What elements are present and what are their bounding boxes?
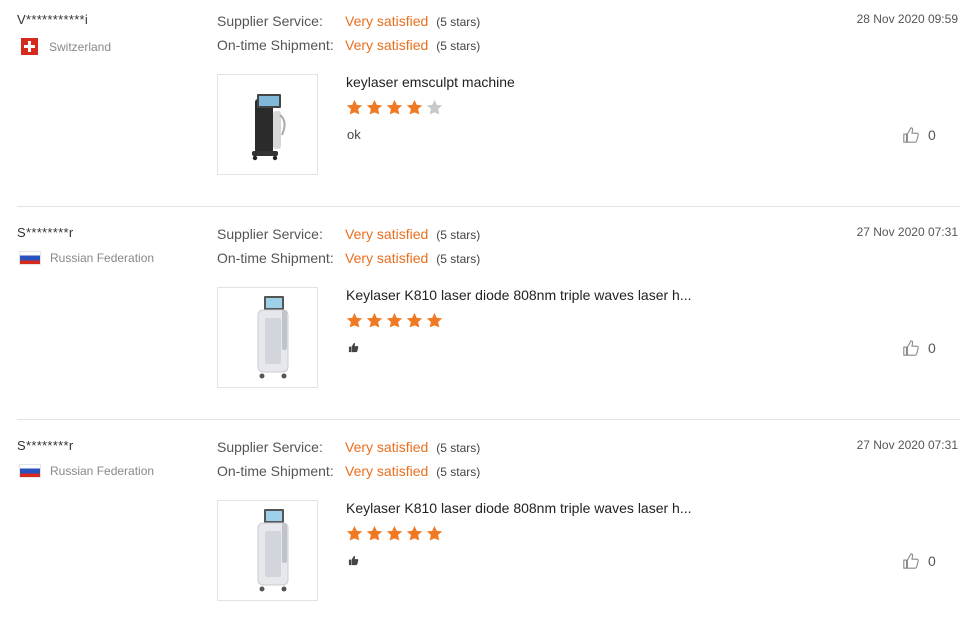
review-date: 28 Nov 2020 09:59	[856, 12, 958, 26]
review-item: V***********i Switzerland Supplier Servi…	[0, 0, 969, 213]
supplier-service-stars: (5 stars)	[436, 228, 481, 242]
supplier-service-label: Supplier Service:	[217, 226, 323, 242]
product-rating-stars	[346, 312, 443, 329]
product-title[interactable]: Keylaser K810 laser diode 808nm triple w…	[346, 287, 692, 303]
supplier-service-rating: Supplier Service: Very satisfied (5 stars)	[217, 439, 480, 455]
russia-flag-icon	[19, 464, 41, 478]
thumbs-up-emoji-icon	[348, 342, 359, 353]
supplier-service-value: Very satisfied	[345, 226, 429, 242]
star-filled-icon	[366, 99, 383, 115]
review-item: S********r Russian Federation Supplier S…	[0, 213, 969, 426]
ontime-shipment-label: On-time Shipment:	[217, 37, 334, 53]
star-filled-icon	[406, 312, 423, 328]
country-name: Russian Federation	[50, 464, 155, 478]
star-filled-icon	[386, 312, 403, 328]
product-image	[257, 296, 289, 379]
like-button[interactable]: 0	[902, 552, 936, 570]
star-filled-icon	[386, 525, 403, 541]
review-divider	[17, 206, 960, 207]
review-comment: ok	[347, 127, 361, 142]
reviewer-name: S********r	[17, 225, 74, 240]
star-filled-icon	[346, 99, 363, 115]
thumbs-up-icon	[903, 340, 919, 356]
product-image	[252, 94, 286, 161]
ontime-shipment-rating: On-time Shipment: Very satisfied (5 stars)	[217, 463, 480, 479]
ontime-shipment-stars: (5 stars)	[436, 252, 481, 266]
reviewer-name: V***********i	[17, 12, 89, 27]
russia-flag-icon	[19, 251, 41, 265]
thumbs-up-icon	[903, 553, 919, 569]
review-date: 27 Nov 2020 07:31	[856, 438, 958, 452]
country-name: Switzerland	[49, 39, 112, 54]
star-filled-icon	[426, 525, 443, 541]
product-title[interactable]: keylaser emsculpt machine	[346, 74, 515, 90]
review-date: 27 Nov 2020 07:31	[856, 225, 958, 239]
like-count: 0	[928, 340, 936, 356]
ontime-shipment-value: Very satisfied	[345, 250, 429, 266]
like-count: 0	[928, 553, 936, 569]
star-filled-icon	[406, 99, 423, 115]
reviewer-country: Switzerland	[19, 38, 111, 55]
ontime-shipment-label: On-time Shipment:	[217, 250, 334, 266]
product-rating-stars	[346, 99, 443, 116]
like-count: 0	[928, 127, 936, 143]
supplier-service-stars: (5 stars)	[436, 15, 481, 29]
star-filled-icon	[386, 99, 403, 115]
star-filled-icon	[366, 525, 383, 541]
star-filled-icon	[406, 525, 423, 541]
star-filled-icon	[426, 312, 443, 328]
reviewer-country: Russian Federation	[19, 464, 154, 478]
supplier-service-value: Very satisfied	[345, 439, 429, 455]
product-image	[257, 509, 289, 592]
ontime-shipment-value: Very satisfied	[345, 463, 429, 479]
ontime-shipment-value: Very satisfied	[345, 37, 429, 53]
review-item: S********r Russian Federation Supplier S…	[0, 426, 969, 639]
supplier-service-rating: Supplier Service: Very satisfied (5 stars)	[217, 226, 480, 242]
product-rating-stars	[346, 525, 443, 542]
like-button[interactable]: 0	[902, 126, 936, 144]
supplier-service-stars: (5 stars)	[436, 441, 481, 455]
ontime-shipment-rating: On-time Shipment: Very satisfied (5 stars)	[217, 37, 480, 53]
star-empty-icon	[426, 99, 443, 115]
supplier-service-label: Supplier Service:	[217, 13, 323, 29]
country-name: Russian Federation	[50, 251, 155, 265]
star-filled-icon	[366, 312, 383, 328]
reviewer-country: Russian Federation	[19, 251, 154, 265]
ontime-shipment-rating: On-time Shipment: Very satisfied (5 stars)	[217, 250, 480, 266]
star-filled-icon	[346, 525, 363, 541]
product-thumbnail[interactable]	[217, 74, 318, 175]
product-title[interactable]: Keylaser K810 laser diode 808nm triple w…	[346, 500, 692, 516]
thumbs-up-emoji-icon	[348, 555, 359, 566]
product-thumbnail[interactable]	[217, 287, 318, 388]
ontime-shipment-stars: (5 stars)	[436, 39, 481, 53]
thumbs-up-icon	[903, 127, 919, 143]
like-button[interactable]: 0	[902, 339, 936, 357]
supplier-service-rating: Supplier Service: Very satisfied (5 stars)	[217, 13, 480, 29]
supplier-service-label: Supplier Service:	[217, 439, 323, 455]
ontime-shipment-stars: (5 stars)	[436, 465, 481, 479]
star-filled-icon	[346, 312, 363, 328]
switzerland-flag-icon	[21, 38, 38, 55]
review-divider	[17, 419, 960, 420]
supplier-service-value: Very satisfied	[345, 13, 429, 29]
product-thumbnail[interactable]	[217, 500, 318, 601]
ontime-shipment-label: On-time Shipment:	[217, 463, 334, 479]
reviewer-name: S********r	[17, 438, 74, 453]
